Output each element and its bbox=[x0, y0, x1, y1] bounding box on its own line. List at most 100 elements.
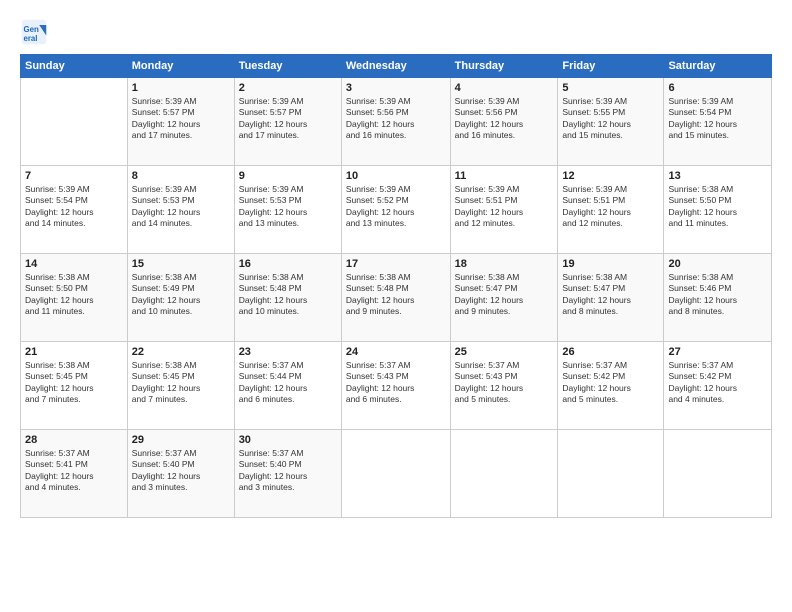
day-info: Sunrise: 5:39 AM Sunset: 5:56 PM Dayligh… bbox=[346, 96, 446, 142]
day-number: 18 bbox=[455, 258, 554, 270]
day-info: Sunrise: 5:38 AM Sunset: 5:50 PM Dayligh… bbox=[25, 272, 123, 318]
day-info: Sunrise: 5:39 AM Sunset: 5:54 PM Dayligh… bbox=[25, 184, 123, 230]
day-cell: 19 Sunrise: 5:38 AM Sunset: 5:47 PM Dayli… bbox=[558, 254, 664, 342]
day-info: Sunrise: 5:39 AM Sunset: 5:55 PM Dayligh… bbox=[562, 96, 659, 142]
day-cell: 15 Sunrise: 5:38 AM Sunset: 5:49 PM Dayli… bbox=[127, 254, 234, 342]
day-cell: 11 Sunrise: 5:39 AM Sunset: 5:51 PM Dayli… bbox=[450, 166, 558, 254]
day-cell: 16Sunrise: 5:38 AM Sunset: 5:48 PM Dayli… bbox=[234, 254, 341, 342]
day-cell: 28 Sunrise: 5:37 AM Sunset: 5:41 PM Dayli… bbox=[21, 430, 128, 518]
svg-text:Gen: Gen bbox=[24, 25, 39, 34]
day-info: Sunrise: 5:38 AM Sunset: 5:46 PM Dayligh… bbox=[668, 272, 767, 318]
day-cell: 21Sunrise: 5:38 AM Sunset: 5:45 PM Dayli… bbox=[21, 342, 128, 430]
day-cell: 13 Sunrise: 5:38 AM Sunset: 5:50 PM Dayli… bbox=[664, 166, 772, 254]
day-number: 15 bbox=[132, 258, 230, 270]
day-info: Sunrise: 5:38 AM Sunset: 5:45 PM Dayligh… bbox=[132, 360, 230, 406]
week-row-2: 7 Sunrise: 5:39 AM Sunset: 5:54 PM Daylig… bbox=[21, 166, 772, 254]
day-cell bbox=[558, 430, 664, 518]
day-info: Sunrise: 5:38 AM Sunset: 5:47 PM Dayligh… bbox=[455, 272, 554, 318]
day-info: Sunrise: 5:39 AM Sunset: 5:53 PM Dayligh… bbox=[132, 184, 230, 230]
day-info: Sunrise: 5:38 AM Sunset: 5:49 PM Dayligh… bbox=[132, 272, 230, 318]
weekday-header-saturday: Saturday bbox=[664, 55, 772, 78]
day-number: 8 bbox=[132, 170, 230, 182]
day-number: 11 bbox=[455, 170, 554, 182]
day-cell: 17 Sunrise: 5:38 AM Sunset: 5:48 PM Dayli… bbox=[341, 254, 450, 342]
day-number: 4 bbox=[455, 82, 554, 94]
day-cell: 23Sunrise: 5:37 AM Sunset: 5:44 PM Dayli… bbox=[234, 342, 341, 430]
day-number: 12 bbox=[562, 170, 659, 182]
day-cell: 9 Sunrise: 5:39 AM Sunset: 5:53 PM Daylig… bbox=[234, 166, 341, 254]
day-info: Sunrise: 5:37 AM Sunset: 5:41 PM Dayligh… bbox=[25, 448, 123, 494]
weekday-header-monday: Monday bbox=[127, 55, 234, 78]
day-cell: 5Sunrise: 5:39 AM Sunset: 5:55 PM Daylig… bbox=[558, 78, 664, 166]
day-number: 14 bbox=[25, 258, 123, 270]
day-info: Sunrise: 5:38 AM Sunset: 5:48 PM Dayligh… bbox=[346, 272, 446, 318]
day-cell bbox=[450, 430, 558, 518]
week-row-4: 21 Sunrise: 5:38 AM Sunset: 5:45 PM Dayli… bbox=[21, 342, 772, 430]
day-cell: 24 Sunrise: 5:37 AM Sunset: 5:43 PM Dayli… bbox=[341, 342, 450, 430]
weekday-header-row: SundayMondayTuesdayWednesdayThursdayFrid… bbox=[21, 55, 772, 78]
day-info: Sunrise: 5:38 AM Sunset: 5:47 PM Dayligh… bbox=[562, 272, 659, 318]
day-number: 2 bbox=[239, 82, 337, 94]
day-number: 1 bbox=[132, 82, 230, 94]
day-number: 9 bbox=[239, 170, 337, 182]
day-info: Sunrise: 5:39 AM Sunset: 5:52 PM Dayligh… bbox=[346, 184, 446, 230]
day-cell: 25Sunrise: 5:37 AM Sunset: 5:43 PM Dayli… bbox=[450, 342, 558, 430]
weekday-header-sunday: Sunday bbox=[21, 55, 128, 78]
weekday-header-wednesday: Wednesday bbox=[341, 55, 450, 78]
week-row-3: 14 Sunrise: 5:38 AM Sunset: 5:50 PM Dayli… bbox=[21, 254, 772, 342]
day-cell: 30Sunrise: 5:37 AM Sunset: 5:40 PM Dayli… bbox=[234, 430, 341, 518]
day-info: Sunrise: 5:39 AM Sunset: 5:51 PM Dayligh… bbox=[562, 184, 659, 230]
page: Gen eral SundayMondayTuesdayWednesdayThu… bbox=[0, 0, 792, 612]
day-cell: 7 Sunrise: 5:39 AM Sunset: 5:54 PM Daylig… bbox=[21, 166, 128, 254]
day-number: 20 bbox=[668, 258, 767, 270]
day-cell: 26 Sunrise: 5:37 AM Sunset: 5:42 PM Dayli… bbox=[558, 342, 664, 430]
day-info: Sunrise: 5:39 AM Sunset: 5:51 PM Dayligh… bbox=[455, 184, 554, 230]
day-info: Sunrise: 5:39 AM Sunset: 5:56 PM Dayligh… bbox=[455, 96, 554, 142]
day-cell: 12 Sunrise: 5:39 AM Sunset: 5:51 PM Dayli… bbox=[558, 166, 664, 254]
day-info: Sunrise: 5:37 AM Sunset: 5:43 PM Dayligh… bbox=[346, 360, 446, 406]
day-number: 27 bbox=[668, 346, 767, 358]
svg-text:eral: eral bbox=[24, 34, 38, 43]
day-number: 10 bbox=[346, 170, 446, 182]
logo: Gen eral bbox=[20, 18, 52, 46]
day-cell: 14 Sunrise: 5:38 AM Sunset: 5:50 PM Dayli… bbox=[21, 254, 128, 342]
day-cell: 6 Sunrise: 5:39 AM Sunset: 5:54 PM Daylig… bbox=[664, 78, 772, 166]
day-cell: 22Sunrise: 5:38 AM Sunset: 5:45 PM Dayli… bbox=[127, 342, 234, 430]
logo-icon: Gen eral bbox=[20, 18, 48, 46]
day-info: Sunrise: 5:39 AM Sunset: 5:53 PM Dayligh… bbox=[239, 184, 337, 230]
day-number: 30 bbox=[239, 434, 337, 446]
weekday-header-thursday: Thursday bbox=[450, 55, 558, 78]
day-cell: 4 Sunrise: 5:39 AM Sunset: 5:56 PM Daylig… bbox=[450, 78, 558, 166]
day-cell: 3 Sunrise: 5:39 AM Sunset: 5:56 PM Daylig… bbox=[341, 78, 450, 166]
day-number: 28 bbox=[25, 434, 123, 446]
day-info: Sunrise: 5:37 AM Sunset: 5:42 PM Dayligh… bbox=[562, 360, 659, 406]
day-cell: 1 Sunrise: 5:39 AM Sunset: 5:57 PM Daylig… bbox=[127, 78, 234, 166]
day-number: 7 bbox=[25, 170, 123, 182]
day-number: 6 bbox=[668, 82, 767, 94]
day-cell bbox=[341, 430, 450, 518]
day-cell bbox=[21, 78, 128, 166]
day-number: 21 bbox=[25, 346, 123, 358]
week-row-5: 28 Sunrise: 5:37 AM Sunset: 5:41 PM Dayli… bbox=[21, 430, 772, 518]
day-cell: 27 Sunrise: 5:37 AM Sunset: 5:42 PM Dayli… bbox=[664, 342, 772, 430]
weekday-header-tuesday: Tuesday bbox=[234, 55, 341, 78]
day-cell: 2Sunrise: 5:39 AM Sunset: 5:57 PM Daylig… bbox=[234, 78, 341, 166]
day-info: Sunrise: 5:37 AM Sunset: 5:40 PM Dayligh… bbox=[132, 448, 230, 494]
day-info: Sunrise: 5:38 AM Sunset: 5:48 PM Dayligh… bbox=[239, 272, 337, 318]
day-info: Sunrise: 5:37 AM Sunset: 5:42 PM Dayligh… bbox=[668, 360, 767, 406]
day-cell: 18 Sunrise: 5:38 AM Sunset: 5:47 PM Dayli… bbox=[450, 254, 558, 342]
day-info: Sunrise: 5:39 AM Sunset: 5:54 PM Dayligh… bbox=[668, 96, 767, 142]
day-number: 17 bbox=[346, 258, 446, 270]
day-number: 13 bbox=[668, 170, 767, 182]
day-number: 26 bbox=[562, 346, 659, 358]
day-number: 3 bbox=[346, 82, 446, 94]
day-cell: 10 Sunrise: 5:39 AM Sunset: 5:52 PM Dayli… bbox=[341, 166, 450, 254]
day-cell: 8 Sunrise: 5:39 AM Sunset: 5:53 PM Daylig… bbox=[127, 166, 234, 254]
day-number: 19 bbox=[562, 258, 659, 270]
day-number: 24 bbox=[346, 346, 446, 358]
day-number: 29 bbox=[132, 434, 230, 446]
day-info: Sunrise: 5:38 AM Sunset: 5:50 PM Dayligh… bbox=[668, 184, 767, 230]
calendar-table: SundayMondayTuesdayWednesdayThursdayFrid… bbox=[20, 54, 772, 518]
day-info: Sunrise: 5:39 AM Sunset: 5:57 PM Dayligh… bbox=[132, 96, 230, 142]
day-cell: 29 Sunrise: 5:37 AM Sunset: 5:40 PM Dayli… bbox=[127, 430, 234, 518]
